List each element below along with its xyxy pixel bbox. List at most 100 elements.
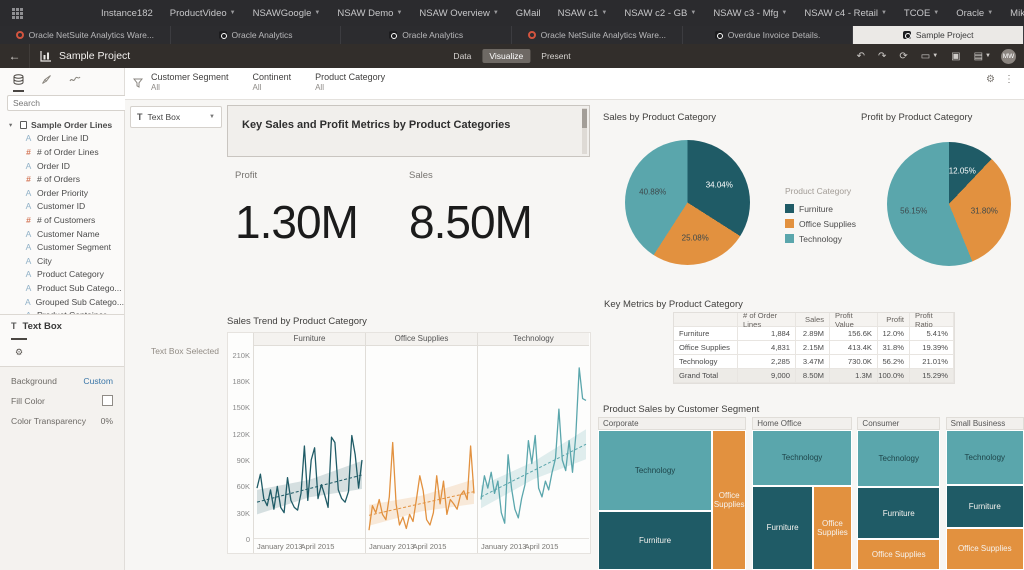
browser-tab[interactable]: Overdue Invoice Details. [683,26,854,44]
kpi-sales[interactable]: Sales 8.50M [409,170,532,249]
filter-product-category[interactable]: Product Category All [315,72,385,92]
legend-entry[interactable]: Technology [785,231,856,246]
chevron-down-icon: ▼ [881,10,887,16]
data-tab-icon[interactable] [13,68,24,92]
mosaic-rect[interactable]: Technology [946,430,1024,485]
sales-trend-chart[interactable]: Sales Trend by Product Category 210K180K… [227,316,591,554]
bookmark-item[interactable]: ProductVideo▼ [170,8,236,19]
field-row[interactable]: AGrouped Sub Catego... [9,295,124,309]
bookmark-item[interactable]: NSAW c4 - Retail▼ [804,8,887,19]
bookmark-label: NSAW c1 [558,8,599,19]
table-cell: 19.39% [910,341,954,355]
bookmark-item[interactable]: Instance182 [101,8,153,19]
field-row[interactable]: AProduct Category [9,268,124,282]
field-row[interactable]: AOrder Line ID [9,132,124,146]
kebab-menu-icon[interactable]: ⋮ [1004,74,1014,85]
field-row[interactable]: AOrder ID [9,159,124,173]
back-button[interactable]: ← [0,44,30,68]
mosaic-rect[interactable]: Furniture [598,511,712,570]
field-row[interactable]: AProduct Sub Catego... [9,281,124,295]
bookmark-item[interactable]: NSAW Overview▼ [419,8,498,19]
profit-pie-chart[interactable]: 12.05%31.80%56.15% [887,142,1011,266]
text-box-content[interactable]: Key Sales and Profit Metrics by Product … [228,106,589,144]
text-box-scrollbar[interactable] [582,108,587,154]
mosaic-column: Small BusinessTechnologyFurnitureOffice … [946,417,1024,570]
filter-customer-segment[interactable]: Customer Segment All [151,72,229,92]
export-icon[interactable]: ▣ [951,51,960,62]
nav-data[interactable]: Data [446,49,478,63]
chevron-down-icon: ▼ [781,10,787,16]
browser-tab[interactable]: Sample Project [853,26,1024,44]
apps-grid-icon[interactable] [12,8,23,19]
filter-continent[interactable]: Continent All [253,72,292,92]
legend-entry[interactable]: Furniture [785,201,856,216]
bookmark-item[interactable]: NSAW Demo▼ [337,8,402,19]
viz-type-dropdown[interactable]: T Text Box ▼ [130,106,222,128]
bookmark-item[interactable]: NSAW c3 - Mfg▼ [713,8,787,19]
y-tick-label: 60K [237,482,250,491]
preview-icon[interactable]: ▭▼ [921,51,938,62]
bookmark-item[interactable]: NSAW c2 - GB▼ [624,8,696,19]
field-row[interactable]: AOrder Priority [9,186,124,200]
field-row[interactable]: ACity [9,254,124,268]
legend-entry[interactable]: Office Supplies [785,216,856,231]
canvas-settings-gear-icon[interactable]: ⚙ [986,74,995,85]
trend-panel-technology[interactable]: TechnologyJanuary 2013April 2015 [477,333,589,553]
field-row[interactable]: ACustomer ID [9,200,124,214]
table-cell: 8.50M [796,369,830,383]
browser-tab[interactable]: Oracle NetSuite Analytics Ware... [0,26,171,44]
mosaic-rect[interactable]: Technology [752,430,852,486]
field-row[interactable]: ACustomer Name [9,227,124,241]
table-cell: 56.2% [878,355,910,369]
analytics-tab-icon[interactable] [69,68,81,92]
undo-icon[interactable]: ↶ [857,51,865,62]
bookmark-item[interactable]: Mike▼ [1010,8,1024,19]
bookmark-item[interactable]: NSAW c1▼ [558,8,608,19]
bookmark-item[interactable]: Oracle▼ [956,8,993,19]
field-row[interactable]: ## of Order Lines [9,145,124,159]
field-row[interactable]: ▾Sample Order Lines [9,118,124,132]
nav-visualize[interactable]: Visualize [482,49,530,63]
mosaic-rect[interactable]: Furniture [946,485,1024,528]
caret-expanded-icon[interactable]: ▾ [9,121,16,129]
mosaic-rect[interactable]: Office Supplies [857,539,940,570]
bookmark-item[interactable]: GMail [516,8,541,19]
mosaic-rect[interactable]: Office Supplies [712,430,746,570]
mosaic-rect[interactable]: Furniture [752,486,813,570]
field-row[interactable]: ACustomer Segment [9,240,124,254]
browser-tab[interactable]: Oracle Analytics [171,26,342,44]
field-row[interactable]: ## of Orders [9,172,124,186]
mosaic-rect[interactable]: Furniture [857,487,940,539]
chevron-down-icon: ▼ [985,53,991,59]
mosaic-rect[interactable]: Office Supplies [813,486,852,570]
mosaic-rect[interactable]: Technology [857,430,940,487]
bookmark-item[interactable]: TCOE▼ [904,8,939,19]
prop-background-value[interactable]: Custom [83,376,113,386]
browser-tab[interactable]: Oracle Analytics [341,26,512,44]
bookmark-item[interactable]: NSAWGoogle▼ [253,8,321,19]
properties-gear-icon[interactable]: ⚙ [15,347,23,357]
search-input[interactable] [7,95,130,111]
avatar[interactable]: MW [1001,49,1016,64]
mosaic-rect[interactable]: Office Supplies [946,528,1024,570]
prop-transparency-value[interactable]: 0% [101,416,113,426]
save-icon[interactable]: ▤▼ [974,51,991,62]
kpi-profit[interactable]: Profit 1.30M [235,170,358,249]
redo-icon[interactable]: ↷ [878,51,886,62]
visualizations-tab-icon[interactable] [41,68,52,92]
fill-color-swatch[interactable] [102,395,113,406]
sales-pie-chart[interactable]: 34.04%25.08%40.88% [625,140,750,265]
nav-present[interactable]: Present [534,49,577,63]
trend-panel-office_supplies[interactable]: Office SuppliesJanuary 2013April 2015 [365,333,477,553]
title-text-box[interactable]: Key Sales and Profit Metrics by Product … [227,105,590,157]
trend-panel-furniture[interactable]: FurnitureJanuary 2013April 2015 [253,333,365,553]
filter-icon[interactable] [133,75,143,93]
mosaic-rect[interactable]: Technology [598,430,712,511]
table-header-cell [674,313,738,327]
trend-panel-title: Office Supplies [366,333,477,346]
browser-tab[interactable]: Oracle NetSuite Analytics Ware... [512,26,683,44]
key-metrics-table[interactable]: # of Order LinesSalesProfit ValueProfitP… [673,312,955,384]
field-row[interactable]: ## of Customers [9,213,124,227]
refresh-data-icon[interactable]: ⟳ [899,51,907,62]
product-sales-mosaic-chart[interactable]: CorporateTechnologyFurnitureOffice Suppl… [598,417,1024,570]
